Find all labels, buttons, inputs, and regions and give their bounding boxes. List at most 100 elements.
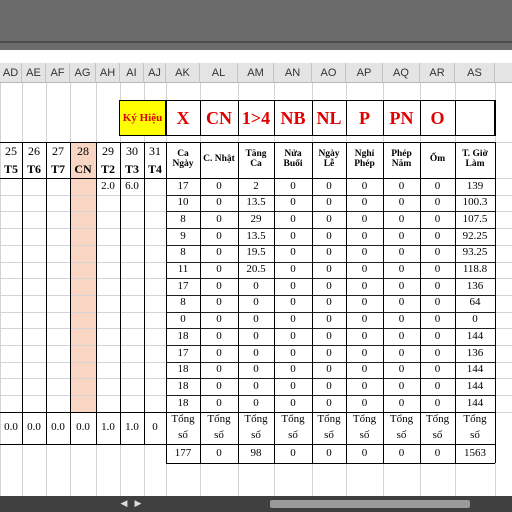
data-cell[interactable]: 0 <box>166 312 200 329</box>
data-cell[interactable]: 0 <box>238 295 274 312</box>
data-cell[interactable]: 136 <box>455 278 495 295</box>
scrollbar-thumb[interactable] <box>270 500 470 508</box>
data-cell[interactable]: 18 <box>166 378 200 395</box>
data-cell[interactable]: 0 <box>274 328 312 345</box>
data-cell[interactable]: 0 <box>274 345 312 362</box>
data-cell[interactable]: 0 <box>238 395 274 412</box>
data-cell[interactable]: 0 <box>200 195 238 212</box>
data-cell[interactable]: 0 <box>312 211 346 228</box>
data-cell[interactable]: 0 <box>274 395 312 412</box>
data-cell[interactable]: 0 <box>312 362 346 379</box>
data-cell[interactable]: 17 <box>166 178 200 195</box>
data-cell[interactable]: 0 <box>312 295 346 312</box>
data-cell[interactable]: 0 <box>238 345 274 362</box>
data-cell[interactable]: 0 <box>274 312 312 329</box>
data-cell[interactable]: 0 <box>312 328 346 345</box>
data-cell[interactable]: 0 <box>346 328 383 345</box>
column-header-am[interactable]: AM <box>238 63 274 83</box>
data-cell[interactable]: 0 <box>346 178 383 195</box>
data-cell[interactable]: 0 <box>383 262 420 279</box>
data-cell[interactable]: 0 <box>200 245 238 262</box>
data-cell[interactable]: 0 <box>383 362 420 379</box>
column-header-an[interactable]: AN <box>274 63 312 83</box>
column-header-ai[interactable]: AI <box>120 63 144 83</box>
data-cell[interactable]: 18 <box>166 362 200 379</box>
column-header-ao[interactable]: AO <box>312 63 346 83</box>
data-cell[interactable]: 0 <box>346 312 383 329</box>
column-header-al[interactable]: AL <box>200 63 238 83</box>
column-header-as[interactable]: AS <box>455 63 495 83</box>
data-cell[interactable]: 0 <box>274 195 312 212</box>
data-cell[interactable]: 0 <box>312 245 346 262</box>
data-cell[interactable]: 0 <box>420 345 455 362</box>
data-cell[interactable]: 0 <box>238 312 274 329</box>
data-cell[interactable]: 0 <box>346 378 383 395</box>
data-cell[interactable]: 8 <box>166 295 200 312</box>
data-cell[interactable]: 0 <box>312 262 346 279</box>
data-cell[interactable]: 0 <box>312 378 346 395</box>
column-header-ah[interactable]: AH <box>96 63 120 83</box>
data-cell[interactable]: 0 <box>200 178 238 195</box>
data-cell[interactable]: 0 <box>312 312 346 329</box>
data-cell[interactable]: 0 <box>383 395 420 412</box>
data-cell[interactable]: 17 <box>166 345 200 362</box>
data-cell[interactable]: 0 <box>346 295 383 312</box>
column-header-aq[interactable]: AQ <box>383 63 420 83</box>
data-cell[interactable]: 93.25 <box>455 245 495 262</box>
column-header-ag[interactable]: AG <box>70 63 96 83</box>
data-cell[interactable]: 0 <box>274 362 312 379</box>
spreadsheet-grid[interactable]: Ký Hiệu X CN 1>4 NB NL P PN O 25 T5 26 T6 27 T7 28 CN 29 T… <box>0 83 512 496</box>
data-cell[interactable]: 0 <box>312 395 346 412</box>
data-cell[interactable]: 18 <box>166 395 200 412</box>
data-cell[interactable]: 0 <box>238 278 274 295</box>
data-cell[interactable]: 0 <box>274 262 312 279</box>
horizontal-scrollbar[interactable]: ◀ ▶ <box>0 496 512 512</box>
data-cell[interactable]: 0 <box>383 211 420 228</box>
data-cell[interactable]: 139 <box>455 178 495 195</box>
data-cell[interactable]: 0 <box>312 278 346 295</box>
data-cell[interactable]: 8 <box>166 245 200 262</box>
data-cell[interactable]: 0 <box>420 312 455 329</box>
data-cell[interactable]: 13.5 <box>238 195 274 212</box>
data-cell[interactable]: 0 <box>383 178 420 195</box>
data-cell[interactable]: 0 <box>238 328 274 345</box>
data-cell[interactable]: 0 <box>383 345 420 362</box>
data-cell[interactable]: 0 <box>238 362 274 379</box>
data-cell[interactable]: 0 <box>346 362 383 379</box>
data-cell[interactable]: 0 <box>312 345 346 362</box>
data-cell[interactable]: 0 <box>274 178 312 195</box>
data-cell[interactable]: 64 <box>455 295 495 312</box>
data-cell[interactable]: 2 <box>238 178 274 195</box>
data-cell[interactable]: 13.5 <box>238 228 274 245</box>
day-value[interactable]: 2.0 <box>96 178 120 195</box>
data-cell[interactable]: 0 <box>312 178 346 195</box>
column-header-ad[interactable]: AD <box>0 63 22 83</box>
data-cell[interactable]: 0 <box>455 312 495 329</box>
data-cell[interactable]: 0 <box>238 378 274 395</box>
data-cell[interactable]: 0 <box>383 295 420 312</box>
data-cell[interactable]: 20.5 <box>238 262 274 279</box>
data-cell[interactable]: 0 <box>420 262 455 279</box>
data-cell[interactable]: 0 <box>200 211 238 228</box>
data-cell[interactable]: 0 <box>383 378 420 395</box>
data-cell[interactable]: 0 <box>312 228 346 245</box>
data-cell[interactable]: 0 <box>383 228 420 245</box>
data-cell[interactable]: 0 <box>346 228 383 245</box>
data-cell[interactable]: 0 <box>200 395 238 412</box>
data-cell[interactable]: 0 <box>420 395 455 412</box>
data-cell[interactable]: 0 <box>383 312 420 329</box>
data-cell[interactable]: 0 <box>420 195 455 212</box>
data-cell[interactable]: 0 <box>200 312 238 329</box>
data-cell[interactable]: 0 <box>383 278 420 295</box>
data-cell[interactable]: 0 <box>420 295 455 312</box>
data-cell[interactable]: 0 <box>420 278 455 295</box>
data-cell[interactable]: 0 <box>383 328 420 345</box>
data-cell[interactable]: 0 <box>383 245 420 262</box>
data-cell[interactable]: 144 <box>455 362 495 379</box>
data-cell[interactable]: 0 <box>420 328 455 345</box>
data-cell[interactable]: 0 <box>420 245 455 262</box>
data-cell[interactable]: 118.8 <box>455 262 495 279</box>
data-cell[interactable]: 0 <box>274 278 312 295</box>
data-cell[interactable]: 0 <box>200 328 238 345</box>
column-header-ap[interactable]: AP <box>346 63 383 83</box>
